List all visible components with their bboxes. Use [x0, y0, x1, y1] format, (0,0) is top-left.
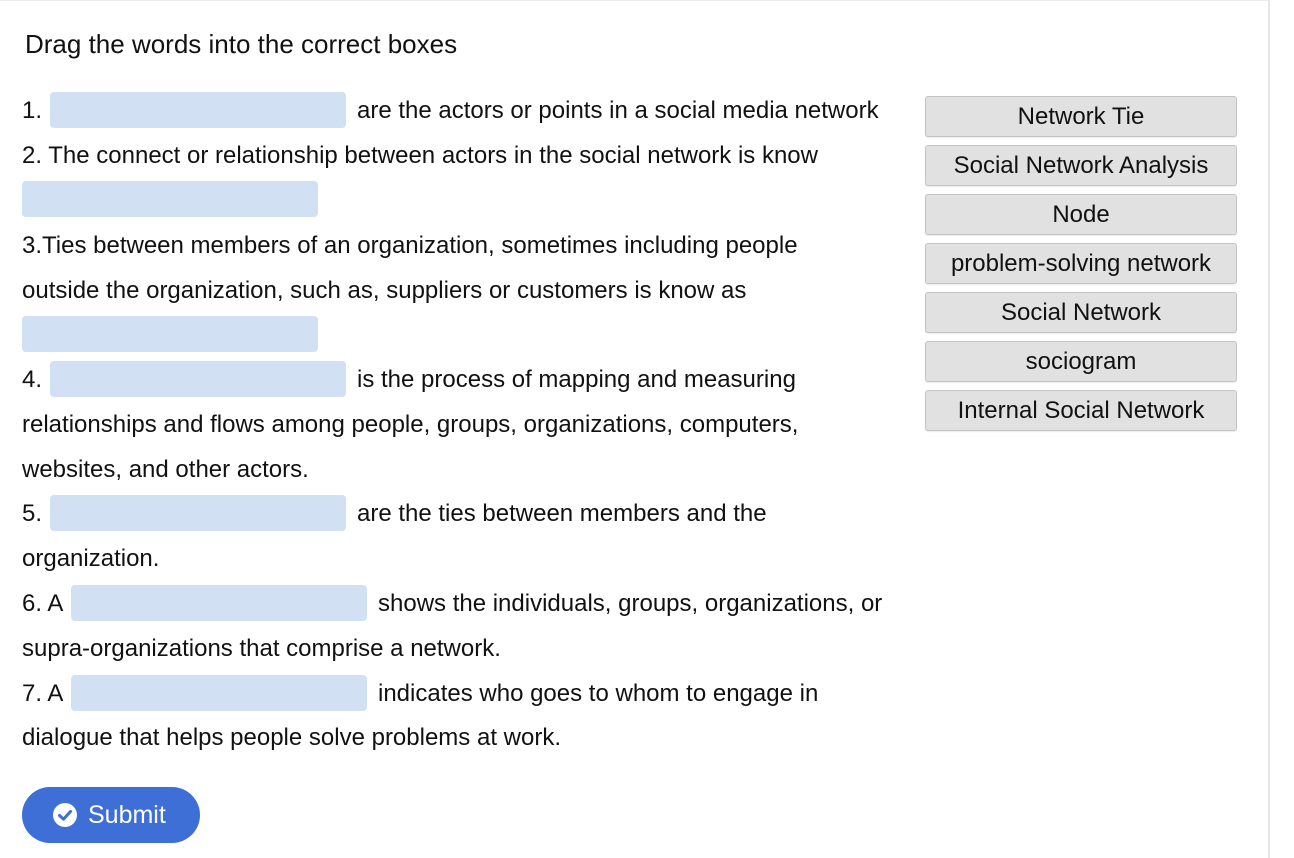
drop-slot-q1[interactable] — [50, 92, 346, 128]
word-chip-social-network-analysis[interactable]: Social Network Analysis — [925, 145, 1237, 186]
word-chip-social-network[interactable]: Social Network — [925, 292, 1237, 333]
submit-button[interactable]: Submit — [22, 787, 200, 843]
check-circle-icon — [53, 803, 77, 827]
instructions-heading: Drag the words into the correct boxes — [25, 29, 458, 59]
q4-prefix: 4. — [22, 366, 43, 393]
drop-slot-q6[interactable] — [71, 585, 367, 621]
q5-text: are the ties between members and the — [357, 500, 767, 527]
q7-text: indicates who goes to whom to engage in — [378, 680, 819, 707]
drop-slot-q5[interactable] — [50, 495, 346, 531]
drop-slot-q3[interactable] — [22, 316, 318, 352]
q6-prefix: 6. A — [22, 590, 64, 617]
q4-text-line3: websites, and other actors. — [22, 456, 309, 483]
q4-text: is the process of mapping and measuring — [357, 366, 796, 393]
q1-prefix: 1. — [22, 97, 43, 124]
q1-text: are the actors or points in a social med… — [357, 97, 879, 124]
drop-slot-q4[interactable] — [50, 361, 346, 397]
word-bank: Network Tie Social Network Analysis Node… — [925, 96, 1237, 439]
q3-text-line1: 3.Ties between members of an organizatio… — [22, 232, 798, 259]
q3-text-line2: outside the organization, such as, suppl… — [22, 277, 747, 304]
q7-prefix: 7. A — [22, 680, 64, 707]
q5-text-line2: organization. — [22, 545, 160, 572]
activity-page: Drag the words into the correct boxes 1.… — [0, 0, 1270, 858]
q2-text: 2. The connect or relationship between a… — [22, 142, 818, 169]
word-chip-network-tie[interactable]: Network Tie — [925, 96, 1237, 137]
q6-text: shows the individuals, groups, organizat… — [378, 590, 883, 617]
submit-label: Submit — [88, 800, 166, 829]
q4-text-line2: relationships and flows among people, gr… — [22, 411, 799, 438]
q5-prefix: 5. — [22, 500, 43, 527]
word-chip-sociogram[interactable]: sociogram — [925, 341, 1237, 382]
q6-text-line2: supra-organizations that comprise a netw… — [22, 635, 501, 662]
drop-slot-q7[interactable] — [71, 675, 367, 711]
drop-slot-q2[interactable] — [22, 181, 318, 217]
word-chip-internal-social-network[interactable]: Internal Social Network — [925, 390, 1237, 431]
word-chip-node[interactable]: Node — [925, 194, 1237, 235]
q7-text-line2: dialogue that helps people solve problem… — [22, 724, 561, 751]
word-chip-problem-solving-network[interactable]: problem-solving network — [925, 243, 1237, 284]
